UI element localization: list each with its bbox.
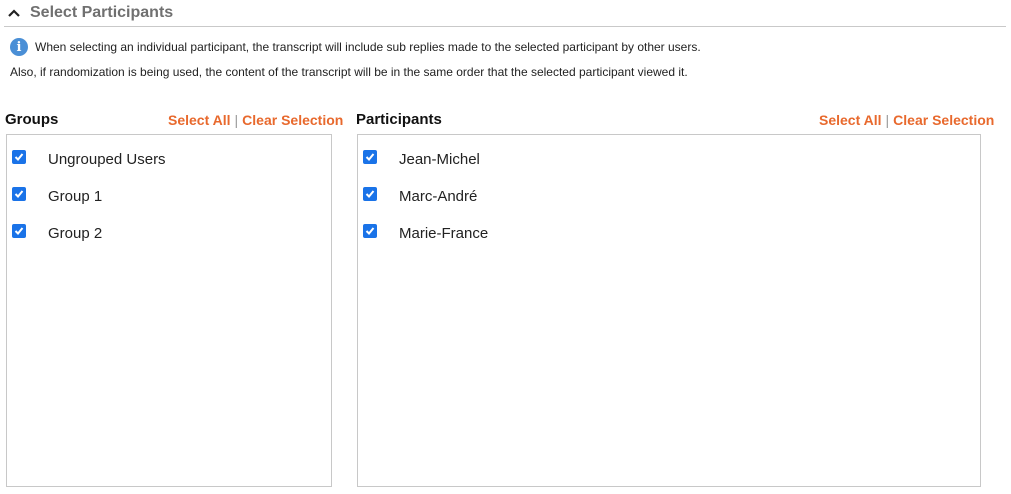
participants-actions: Select All | Clear Selection <box>819 112 994 128</box>
separator: | <box>885 112 890 128</box>
info-icon: i <box>10 38 28 56</box>
group-item-label: Group 2 <box>48 225 103 242</box>
groups-clear-selection-link[interactable]: Clear Selection <box>242 112 343 128</box>
checkbox[interactable] <box>12 187 26 201</box>
checkbox[interactable] <box>363 187 377 201</box>
groups-actions: Select All | Clear Selection <box>168 112 343 128</box>
checkbox[interactable] <box>363 224 377 238</box>
section-header[interactable]: Select Participants <box>4 0 1006 27</box>
checkbox[interactable] <box>363 150 377 164</box>
section-title: Select Participants <box>30 4 174 21</box>
participant-item-label: Marc-André <box>399 188 478 205</box>
info-message: i When selecting an individual participa… <box>10 38 701 56</box>
participants-label: Participants <box>356 111 442 128</box>
group-item-label: Ungrouped Users <box>48 151 166 168</box>
separator: | <box>234 112 239 128</box>
participant-item-marie-france[interactable]: Marie-France <box>358 216 980 253</box>
groups-list[interactable]: Ungrouped Users Group 1 Group 2 <box>6 134 332 487</box>
participant-item-label: Marie-France <box>399 225 489 242</box>
participants-clear-selection-link[interactable]: Clear Selection <box>893 112 994 128</box>
group-item-ungrouped-users[interactable]: Ungrouped Users <box>7 142 331 179</box>
groups-label: Groups <box>5 111 59 128</box>
info-text-line2: Also, if randomization is being used, th… <box>10 65 688 79</box>
info-text-line1: When selecting an individual participant… <box>35 40 701 54</box>
chevron-up-icon[interactable] <box>6 5 22 21</box>
participant-item-label: Jean-Michel <box>399 151 480 168</box>
groups-select-all-link[interactable]: Select All <box>168 112 231 128</box>
group-item-group-2[interactable]: Group 2 <box>7 216 331 253</box>
participants-list[interactable]: Jean-Michel Marc-André Marie-France <box>357 134 981 487</box>
group-item-group-1[interactable]: Group 1 <box>7 179 331 216</box>
participants-select-all-link[interactable]: Select All <box>819 112 882 128</box>
participant-item-marc-andre[interactable]: Marc-André <box>358 179 980 216</box>
participant-item-jean-michel[interactable]: Jean-Michel <box>358 142 980 179</box>
checkbox[interactable] <box>12 150 26 164</box>
group-item-label: Group 1 <box>48 188 103 205</box>
checkbox[interactable] <box>12 224 26 238</box>
